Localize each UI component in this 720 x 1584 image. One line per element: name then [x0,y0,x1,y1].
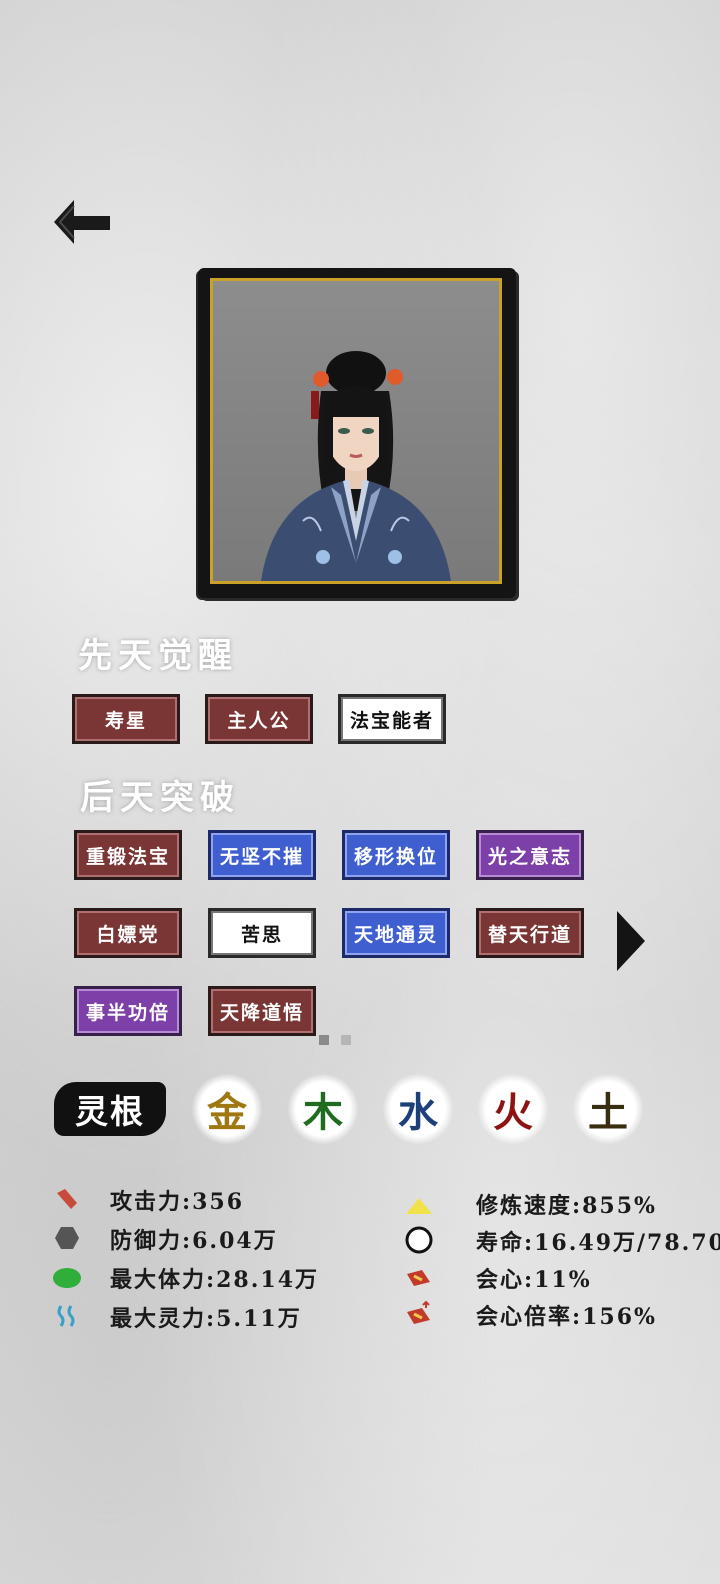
acquired-trait-2[interactable]: 无坚不摧 [208,830,316,880]
stat-crit: 会心:11% [476,1267,592,1293]
defense-icon [52,1223,82,1253]
acquired-trait-8[interactable]: 替天行道 [476,908,584,958]
acquired-trait-10[interactable]: 天降道悟 [208,986,316,1036]
stat-max-spirit: 最大灵力:5.11万 [110,1306,302,1332]
back-button[interactable] [50,196,114,248]
stat-crit-multiplier: 会心倍率:156% [476,1304,657,1330]
acquired-trait-6[interactable]: 苦思 [208,908,316,958]
stat-lifespan: 寿命:16.49万/78.70万 [476,1230,720,1256]
character-avatar [261,351,451,581]
element-fire: 火 [478,1074,548,1144]
acquired-trait-3[interactable]: 移形换位 [342,830,450,880]
acquired-trait-1[interactable]: 重锻法宝 [74,830,182,880]
innate-trait-3[interactable]: 法宝能者 [338,694,446,744]
acquired-trait-9[interactable]: 事半功倍 [74,986,182,1036]
acquired-trait-4[interactable]: 光之意志 [476,830,584,880]
back-arrow-icon [54,200,110,244]
cultivation-speed-icon [404,1190,434,1220]
stat-cultivation-speed: 修炼速度:855% [476,1193,657,1219]
acquired-trait-7[interactable]: 天地通灵 [342,908,450,958]
attack-icon [52,1184,82,1214]
stat-defense: 防御力:6.04万 [110,1228,278,1254]
element-water: 水 [383,1074,453,1144]
spirit-icon [52,1301,82,1331]
health-icon [52,1262,82,1292]
crit-icon [404,1262,434,1292]
next-page-button[interactable] [614,908,648,974]
chevron-right-icon [617,911,645,971]
lifespan-icon [404,1225,434,1255]
stat-attack: 攻击力:356 [110,1189,245,1215]
stat-max-health: 最大体力:28.14万 [110,1267,320,1293]
crit-multiplier-icon [404,1299,434,1329]
element-wood: 木 [288,1074,358,1144]
innate-trait-1[interactable]: 寿星 [72,694,180,744]
pager-dot-2 [341,1035,351,1045]
innate-trait-2[interactable]: 主人公 [205,694,313,744]
acquired-trait-5[interactable]: 白嫖党 [74,908,182,958]
pager-dot-1 [319,1035,329,1045]
acquired-breakthrough-title: 后天突破 [80,778,240,818]
character-portrait-frame [198,268,516,598]
character-portrait [210,278,502,584]
element-metal: 金 [192,1074,262,1144]
innate-awakening-title: 先天觉醒 [78,636,238,676]
spirit-root-label: 灵根 [54,1082,166,1136]
element-earth: 土 [573,1074,643,1144]
